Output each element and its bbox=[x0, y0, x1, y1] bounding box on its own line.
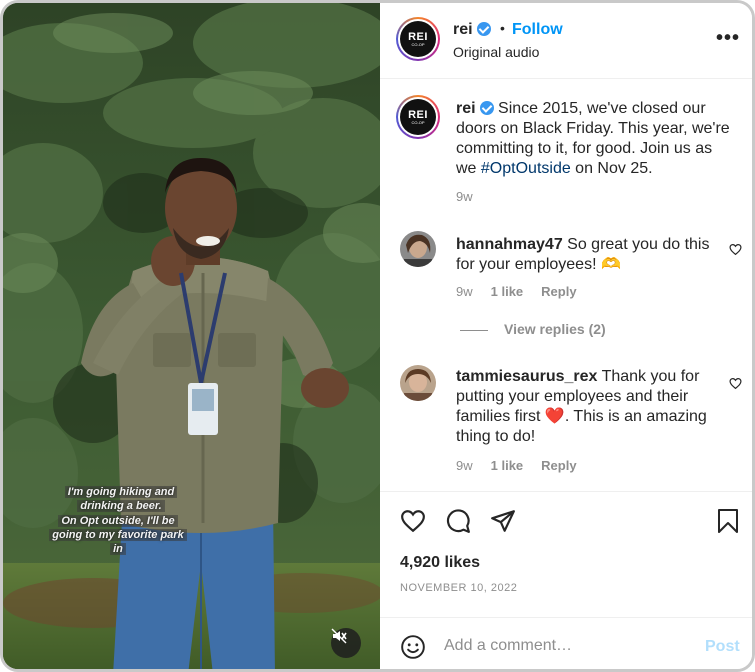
comment-username[interactable]: tammiesaurus_rex bbox=[456, 368, 597, 385]
comment-icon[interactable] bbox=[445, 508, 471, 534]
video-caption-1: I'm going hiking and drinking a beer. bbox=[51, 485, 191, 513]
caption-author-avatar[interactable]: REI CO-OP bbox=[396, 95, 440, 139]
comment-meta: 9w 1 like Reply bbox=[456, 458, 595, 473]
comment-text: hannahmay47 So great you do this for you… bbox=[456, 236, 710, 273]
comment-input[interactable] bbox=[444, 634, 674, 658]
view-replies-button[interactable]: View replies (2) bbox=[460, 321, 606, 337]
commenter-avatar[interactable] bbox=[400, 231, 436, 267]
hashtag-link[interactable]: #OptOutside bbox=[481, 160, 571, 177]
caption-timestamp[interactable]: 9w bbox=[456, 189, 473, 204]
heart-icon[interactable] bbox=[729, 377, 742, 390]
comment-likes[interactable]: 1 like bbox=[491, 458, 524, 473]
comment-text: tammiesaurus_rex Thank you for putting y… bbox=[456, 368, 707, 445]
commenter-avatar[interactable] bbox=[400, 365, 436, 401]
likes-count[interactable]: 4,920 likes bbox=[400, 554, 480, 572]
rei-logo: REI bbox=[408, 30, 428, 43]
reply-button[interactable]: Reply bbox=[541, 284, 576, 299]
author-username[interactable]: rei bbox=[453, 21, 491, 39]
heart-icon[interactable] bbox=[729, 243, 742, 256]
comment-likes[interactable]: 1 like bbox=[491, 284, 524, 299]
verified-icon bbox=[479, 101, 494, 115]
comment-username[interactable]: hannahmay47 bbox=[456, 236, 563, 253]
comment-timestamp[interactable]: 9w bbox=[456, 458, 473, 473]
verified-icon bbox=[476, 22, 491, 36]
add-comment-bar: Post bbox=[380, 617, 752, 669]
post-button[interactable]: Post bbox=[705, 638, 740, 656]
post-date[interactable]: NOVEMBER 10, 2022 bbox=[400, 582, 517, 594]
post-details-panel: REI CO-OP rei • Follow Original audio ••… bbox=[380, 3, 752, 669]
bookmark-icon[interactable] bbox=[716, 508, 740, 534]
comment-meta: 9w 1 like Reply bbox=[456, 284, 595, 299]
reply-button[interactable]: Reply bbox=[541, 458, 576, 473]
separator-dot: • bbox=[500, 20, 505, 36]
video-caption-2: On Opt outside, I'll be going to my favo… bbox=[33, 514, 203, 556]
post-header: REI CO-OP rei • Follow Original audio ••… bbox=[380, 3, 752, 79]
share-icon[interactable] bbox=[490, 508, 516, 534]
caption-username[interactable]: rei bbox=[456, 100, 476, 117]
more-icon[interactable]: ••• bbox=[716, 27, 740, 50]
post-video[interactable]: I'm going hiking and drinking a beer. On… bbox=[3, 3, 380, 669]
video-frame bbox=[3, 3, 380, 669]
mute-button[interactable] bbox=[331, 628, 361, 658]
post-dialog: I'm going hiking and drinking a beer. On… bbox=[0, 0, 755, 672]
caption-text: rei Since 2015, we've closed our doors o… bbox=[456, 100, 730, 177]
smiley-icon[interactable] bbox=[400, 634, 426, 660]
action-bar bbox=[380, 491, 752, 551]
audio-link[interactable]: Original audio bbox=[453, 44, 539, 60]
mute-icon bbox=[331, 628, 347, 644]
comment-timestamp[interactable]: 9w bbox=[456, 284, 473, 299]
heart-icon[interactable] bbox=[400, 508, 426, 534]
author-avatar[interactable]: REI CO-OP bbox=[396, 17, 440, 61]
follow-button[interactable]: Follow bbox=[512, 21, 563, 39]
